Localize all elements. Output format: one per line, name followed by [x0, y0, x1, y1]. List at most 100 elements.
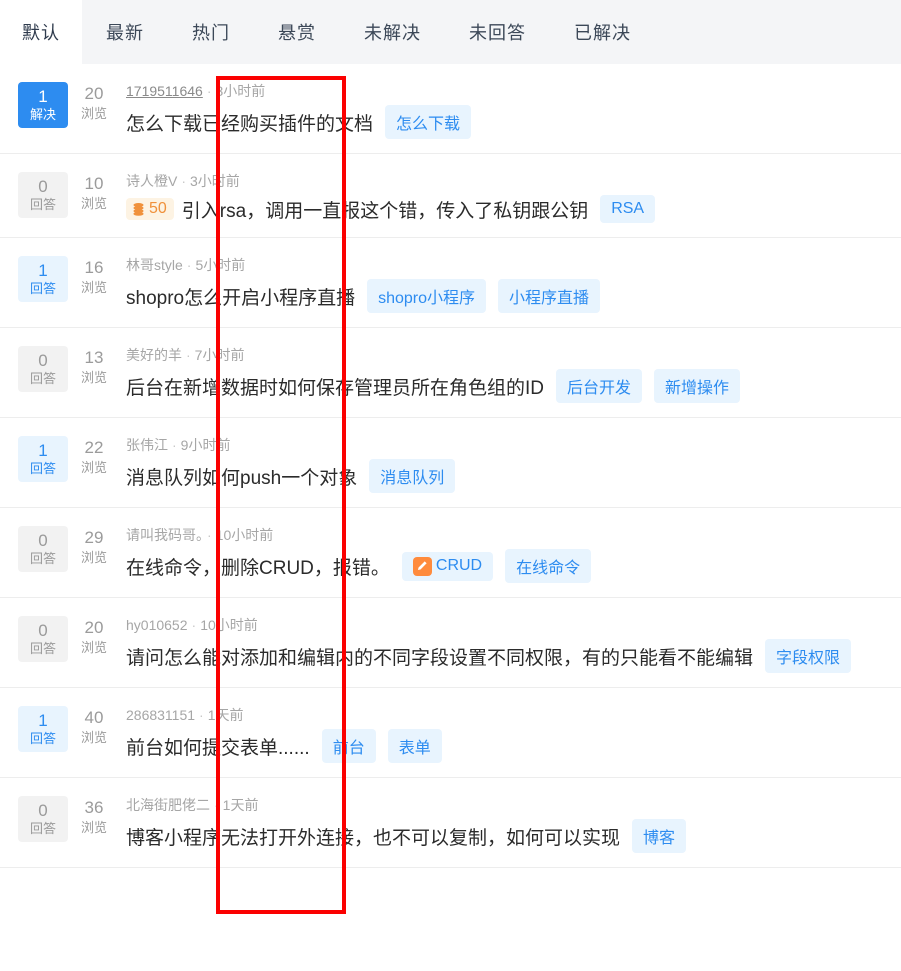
question-content: 张伟江 · 9小时前消息队列如何push一个对象 消息队列	[120, 432, 901, 493]
view-count-number: 40	[84, 708, 104, 727]
post-time: 9小时前	[180, 437, 231, 453]
author-name[interactable]: 诗人橙V	[126, 173, 177, 189]
answer-count-badge: 0 回答	[18, 526, 68, 573]
question-tag[interactable]: 小程序直播	[498, 279, 601, 313]
question-title-line: 前台如何提交表单...... 前台 表单	[126, 729, 893, 763]
answer-count-badge: 1 回答	[18, 436, 68, 483]
answer-count-badge: 0 回答	[18, 616, 68, 663]
question-title[interactable]: 引入rsa，调用一直报这个错，传入了私钥跟公钥	[182, 196, 588, 223]
tab-2[interactable]: 热门	[168, 0, 254, 64]
question-tag[interactable]: 博客	[632, 819, 687, 853]
sort-tab-bar: 默认 最新 热门 悬赏 未解决 未回答 已解决	[0, 0, 901, 64]
answer-count-label: 回答	[29, 370, 56, 386]
author-name[interactable]: 286831151	[126, 707, 195, 723]
tab-1[interactable]: 最新	[82, 0, 168, 64]
post-time: 3小时前	[190, 173, 240, 189]
question-title[interactable]: 在线命令，删除CRUD，报错。	[126, 553, 390, 580]
question-tag[interactable]: 后台开发	[556, 369, 643, 403]
tab-0[interactable]: 默认	[0, 0, 82, 64]
answer-count-badge: 1 解决	[18, 82, 68, 129]
question-row[interactable]: 1 回答 40 浏览 286831151 · 1天前 前台如何提交表单...... 前台 表单	[0, 688, 901, 778]
author-name[interactable]: 林哥style	[126, 257, 183, 273]
question-row[interactable]: 1 解决 20 浏览 1719511646 · 3小时前怎么下载已经购买插件的文档 怎么下载	[0, 64, 901, 154]
question-meta: 美好的羊 · 7小时前	[126, 345, 893, 365]
question-tag[interactable]: 消息队列	[369, 459, 456, 493]
view-count: 22 浏览	[68, 438, 120, 476]
question-row[interactable]: 0 回答 20 浏览 hy010652 · 10小时前 请问怎么能对添加和编辑内的不同字段设置…	[0, 598, 901, 688]
question-tag[interactable]: shopro小程序	[367, 279, 487, 313]
question-row[interactable]: 0 回答 36 浏览 北海街肥佬二 · 1天前 博客小程序无法打开外连接，也不可以复制，如何可…	[0, 778, 901, 868]
view-count: 36 浏览	[68, 798, 120, 836]
author-name[interactable]: 1719511646	[126, 83, 203, 99]
question-title-line: 后台在新增数据时如何保存管理员所在角色组的ID 后台开发 新增操作	[126, 369, 893, 403]
question-row[interactable]: 1 回答 22 浏览 张伟江 · 9小时前消息队列如何push一个对象 消息队列	[0, 418, 901, 508]
tab-6[interactable]: 已解决	[550, 0, 655, 64]
view-count-number: 29	[84, 528, 104, 547]
view-count-label: 浏览	[80, 820, 107, 836]
question-meta: 诗人橙V · 3小时前	[126, 171, 893, 191]
meta-separator: ·	[199, 707, 204, 723]
tag-label: 博客	[643, 830, 676, 847]
question-title[interactable]: 博客小程序无法打开外连接，也不可以复制，如何可以实现	[126, 823, 620, 850]
author-name[interactable]: 请叫我码哥。	[126, 527, 203, 543]
answer-count-number: 1	[38, 261, 48, 280]
answer-count-label: 回答	[29, 820, 56, 836]
question-title[interactable]: shopro怎么开启小程序直播	[126, 283, 355, 310]
tab-3[interactable]: 悬赏	[254, 0, 340, 64]
view-count-label: 浏览	[80, 730, 107, 746]
question-tag[interactable]: 前台	[321, 729, 376, 763]
tab-5[interactable]: 未回答	[445, 0, 550, 64]
post-time: 7小时前	[194, 347, 245, 363]
question-title-line: 消息队列如何push一个对象 消息队列	[126, 459, 893, 493]
question-meta: 1719511646 · 3小时前	[126, 81, 893, 101]
view-count: 20 浏览	[68, 84, 120, 122]
question-title-line: 请问怎么能对添加和编辑内的不同字段设置不同权限，有的只能看不能编辑 字段权限	[126, 639, 893, 673]
view-count-number: 20	[84, 618, 104, 637]
question-title[interactable]: 请问怎么能对添加和编辑内的不同字段设置不同权限，有的只能看不能编辑	[126, 643, 753, 670]
question-title-line: 博客小程序无法打开外连接，也不可以复制，如何可以实现 博客	[126, 819, 893, 853]
question-title-line: shopro怎么开启小程序直播 shopro小程序 小程序直播	[126, 279, 893, 313]
question-title[interactable]: 消息队列如何push一个对象	[126, 463, 357, 490]
question-title[interactable]: 前台如何提交表单......	[126, 733, 310, 760]
question-row[interactable]: 0 回答 13 浏览 美好的羊 · 7小时前 后台在新增数据时如何保存管理员所在角色组的ID 后…	[0, 328, 901, 418]
answer-count-number: 1	[38, 711, 48, 730]
view-count-number: 20	[84, 84, 104, 103]
view-count: 10 浏览	[68, 174, 120, 212]
view-count-label: 浏览	[80, 106, 107, 122]
answer-count-number: 0	[38, 621, 48, 640]
author-name[interactable]: 美好的羊	[126, 347, 182, 363]
question-title[interactable]: 怎么下载已经购买插件的文档	[126, 109, 373, 136]
question-title[interactable]: 后台在新增数据时如何保存管理员所在角色组的ID	[126, 373, 544, 400]
coin-stack-icon	[133, 202, 144, 216]
tab-4[interactable]: 未解决	[340, 0, 445, 64]
question-tag[interactable]: CRUD	[401, 551, 494, 581]
view-count-number: 22	[84, 438, 104, 457]
question-tag[interactable]: 怎么下载	[385, 105, 472, 139]
tag-label: 前台	[332, 740, 365, 757]
question-tag[interactable]: 新增操作	[654, 369, 741, 403]
view-count-number: 13	[84, 348, 104, 367]
author-name[interactable]: hy010652	[126, 617, 188, 633]
author-name[interactable]: 北海街肥佬二	[126, 797, 210, 813]
question-tag[interactable]: 字段权限	[765, 639, 852, 673]
author-name[interactable]: 张伟江	[126, 437, 168, 453]
question-tag[interactable]: 在线命令	[505, 549, 592, 583]
tag-label: 在线命令	[516, 560, 581, 577]
question-content: 美好的羊 · 7小时前后台在新增数据时如何保存管理员所在角色组的ID 后台开发 新增操作	[120, 342, 901, 403]
view-count: 40 浏览	[68, 708, 120, 746]
bounty-amount: 50	[149, 200, 167, 217]
question-content: hy010652 · 10小时前 请问怎么能对添加和编辑内的不同字段设置不同权限，有的…	[120, 612, 901, 673]
meta-separator: ·	[172, 437, 177, 453]
question-row[interactable]: 0 回答 29 浏览 请叫我码哥。 · 10小时前 在线命令，删除CRUD，报错。 CRUD 在线…	[0, 508, 901, 598]
answer-count-badge: 1 回答	[18, 256, 68, 303]
question-meta: 请叫我码哥。 · 10小时前	[126, 525, 893, 545]
question-tag[interactable]: 表单	[387, 729, 442, 763]
answer-count-number: 0	[38, 801, 48, 820]
question-row[interactable]: 1 回答 16 浏览 林哥style · 5小时前 shopro怎么开启小程序直播 shopro…	[0, 238, 901, 328]
answer-count-label: 回答	[29, 550, 56, 566]
question-content: 286831151 · 1天前 前台如何提交表单...... 前台 表单	[120, 702, 901, 763]
question-meta: 林哥style · 5小时前	[126, 255, 893, 275]
view-count-number: 10	[84, 174, 104, 193]
question-row[interactable]: 0 回答 10 浏览 诗人橙V · 3小时前 50 引入rsa，调用一直报这个错，传入了私钥跟公…	[0, 154, 901, 238]
question-tag[interactable]: RSA	[600, 195, 656, 223]
